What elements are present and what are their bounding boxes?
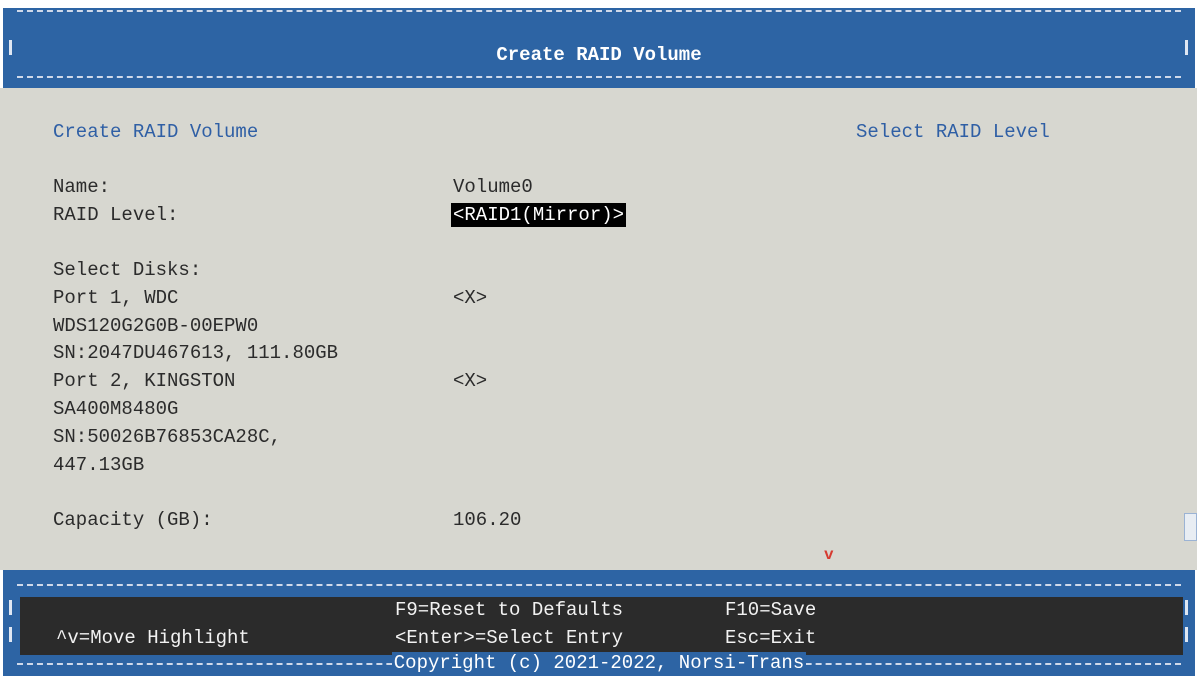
page-title: Create RAID Volume <box>496 44 702 66</box>
disk1-line1: Port 1, WDC <box>53 287 179 309</box>
select-disks-label: Select Disks: <box>53 259 202 281</box>
more-below-indicator: v <box>824 546 834 564</box>
key-f10: F10=Save <box>725 599 817 621</box>
key-esc: Esc=Exit <box>725 627 817 649</box>
scrollbar[interactable] <box>1184 513 1197 541</box>
header-top-border <box>17 10 1181 12</box>
header-bottom-border <box>17 76 1181 78</box>
header: Create RAID Volume <box>0 0 1197 88</box>
copyright-text: Copyright (c) 2021-2022, Norsi-Trans <box>391 652 807 674</box>
capacity-value: 106.20 <box>453 509 522 531</box>
disk1-line2: WDS120G2G0B-00EPW0 <box>53 315 259 337</box>
disk2-line3: SN:50026B76853CA28C, <box>53 426 282 448</box>
key-move: ^v=Move Highlight <box>56 627 250 649</box>
footer-left-bar-1 <box>9 600 12 615</box>
footer-left-bar-2 <box>9 627 12 642</box>
raid-level-label: RAID Level: <box>53 204 179 226</box>
disk2-line2: SA400M8480G <box>53 398 179 420</box>
help-text: Select RAID Level <box>856 121 1050 143</box>
footer-right-bar-2 <box>1185 627 1188 642</box>
capacity-label: Capacity (GB): <box>53 509 213 531</box>
disk1-checkbox[interactable]: <X> <box>453 287 487 309</box>
name-field[interactable]: Volume0 <box>453 176 533 198</box>
disk2-checkbox[interactable]: <X> <box>453 370 487 392</box>
footer-right-bar-1 <box>1185 600 1188 615</box>
key-f9: F9=Reset to Defaults <box>395 599 624 621</box>
copyright-line: Copyright (c) 2021-2022, Norsi-Trans <box>3 652 1195 674</box>
footer-top-border <box>17 584 1181 586</box>
bios-screen: Create RAID Volume Create RAID Volume Se… <box>0 0 1197 679</box>
form-area: Create RAID Volume Select RAID Level Nam… <box>0 88 1197 570</box>
disk1-line3: SN:2047DU467613, 111.80GB <box>53 342 339 364</box>
key-help-panel: F9=Reset to Defaults F10=Save ^v=Move Hi… <box>20 597 1183 655</box>
disk2-line4: 447.13GB <box>53 454 145 476</box>
section-title: Create RAID Volume <box>53 121 259 143</box>
name-label: Name: <box>53 176 111 198</box>
key-enter: <Enter>=Select Entry <box>395 627 624 649</box>
disk2-line1: Port 2, KINGSTON <box>53 370 236 392</box>
footer: F9=Reset to Defaults F10=Save ^v=Move Hi… <box>0 570 1197 679</box>
raid-level-select[interactable]: <RAID1(Mirror)> <box>451 203 627 227</box>
header-panel: Create RAID Volume <box>3 8 1195 88</box>
footer-panel: F9=Reset to Defaults F10=Save ^v=Move Hi… <box>3 570 1195 676</box>
